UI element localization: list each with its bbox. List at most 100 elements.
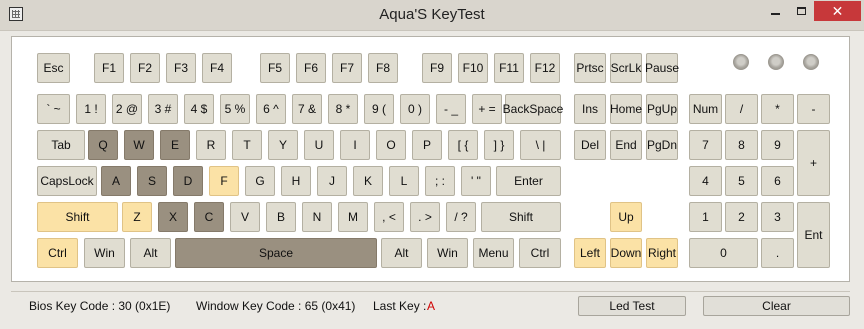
key-2[interactable]: 2 @ [112,94,142,124]
key-arrow-right[interactable]: Right [646,238,678,268]
key-f10[interactable]: F10 [458,53,488,83]
key-u[interactable]: U [304,130,334,160]
maximize-button[interactable] [788,1,814,21]
key-home[interactable]: Home [610,94,642,124]
key-numpad-multiply[interactable]: * [761,94,794,124]
key-f12[interactable]: F12 [530,53,560,83]
key-k[interactable]: K [353,166,383,196]
close-button[interactable]: ✕ [814,1,861,21]
key-arrow-up[interactable]: Up [610,202,642,232]
key-f7[interactable]: F7 [332,53,362,83]
key-p[interactable]: P [412,130,442,160]
key-right-ctrl[interactable]: Ctrl [519,238,561,268]
key-scrlk[interactable]: ScrLk [610,53,642,83]
key-g[interactable]: G [245,166,275,196]
key-left-bracket[interactable]: [ { [448,130,478,160]
key-l[interactable]: L [389,166,419,196]
key-4[interactable]: 4 $ [184,94,214,124]
key-a[interactable]: A [101,166,131,196]
key-numpad-7[interactable]: 7 [689,130,722,160]
key-left-alt[interactable]: Alt [130,238,171,268]
key-enter[interactable]: Enter [496,166,561,196]
key-b[interactable]: B [266,202,296,232]
key-f8[interactable]: F8 [368,53,398,83]
key-v[interactable]: V [230,202,260,232]
key-f4[interactable]: F4 [202,53,232,83]
key-delete[interactable]: Del [574,130,606,160]
key-5[interactable]: 5 % [220,94,250,124]
key-backslash[interactable]: \ | [520,130,561,160]
key-semicolon[interactable]: ; : [425,166,455,196]
key-f2[interactable]: F2 [130,53,160,83]
key-numpad-9[interactable]: 9 [761,130,794,160]
key-d[interactable]: D [173,166,203,196]
key-quote[interactable]: ' " [461,166,491,196]
key-backtick[interactable]: ` ~ [37,94,70,124]
key-0[interactable]: 0 ) [400,94,430,124]
key-numpad-6[interactable]: 6 [761,166,794,196]
key-f11[interactable]: F11 [494,53,524,83]
key-j[interactable]: J [317,166,347,196]
key-m[interactable]: M [338,202,368,232]
key-end[interactable]: End [610,130,642,160]
key-esc[interactable]: Esc [37,53,70,83]
key-c[interactable]: C [194,202,224,232]
key-f[interactable]: F [209,166,239,196]
key-t[interactable]: T [232,130,262,160]
key-comma[interactable]: , < [374,202,404,232]
key-6[interactable]: 6 ^ [256,94,286,124]
key-page-up[interactable]: PgUp [646,94,678,124]
key-insert[interactable]: Ins [574,94,606,124]
key-o[interactable]: O [376,130,406,160]
key-h[interactable]: H [281,166,311,196]
key-i[interactable]: I [340,130,370,160]
key-left-shift[interactable]: Shift [37,202,118,232]
key-arrow-down[interactable]: Down [610,238,642,268]
key-page-down[interactable]: PgDn [646,130,678,160]
key-f9[interactable]: F9 [422,53,452,83]
minimize-button[interactable] [762,1,788,21]
key-numpad-4[interactable]: 4 [689,166,722,196]
key-e[interactable]: E [160,130,190,160]
key-right-win[interactable]: Win [427,238,468,268]
key-numpad-enter[interactable]: Ent [797,202,830,268]
key-x[interactable]: X [158,202,188,232]
key-numpad-5[interactable]: 5 [725,166,758,196]
key-left-ctrl[interactable]: Ctrl [37,238,78,268]
key-w[interactable]: W [124,130,154,160]
key-numpad-plus[interactable]: + [797,130,830,196]
key-n[interactable]: N [302,202,332,232]
key-caps-lock[interactable]: CapsLock [37,166,97,196]
key-tab[interactable]: Tab [37,130,85,160]
key-minus[interactable]: - _ [436,94,466,124]
key-space[interactable]: Space [175,238,377,268]
key-numpad-3[interactable]: 3 [761,202,794,232]
key-arrow-left[interactable]: Left [574,238,606,268]
clear-button[interactable]: Clear [703,296,850,316]
key-numpad-8[interactable]: 8 [725,130,758,160]
key-y[interactable]: Y [268,130,298,160]
key-r[interactable]: R [196,130,226,160]
key-slash[interactable]: / ? [446,202,476,232]
key-8[interactable]: 8 * [328,94,358,124]
key-menu[interactable]: Menu [473,238,514,268]
key-q[interactable]: Q [88,130,118,160]
key-f5[interactable]: F5 [260,53,290,83]
led-test-button[interactable]: Led Test [578,296,686,316]
key-pause[interactable]: Pause [645,53,679,83]
key-numpad-0[interactable]: 0 [689,238,758,268]
key-right-shift[interactable]: Shift [481,202,561,232]
key-f3[interactable]: F3 [166,53,196,83]
key-s[interactable]: S [137,166,167,196]
key-numpad-dot[interactable]: . [761,238,794,268]
key-num-lock[interactable]: Num [689,94,722,124]
key-f1[interactable]: F1 [94,53,124,83]
key-period[interactable]: . > [410,202,440,232]
key-right-bracket[interactable]: ] } [484,130,514,160]
key-1[interactable]: 1 ! [76,94,106,124]
key-z[interactable]: Z [122,202,152,232]
key-numpad-2[interactable]: 2 [725,202,758,232]
key-3[interactable]: 3 # [148,94,178,124]
key-9[interactable]: 9 ( [364,94,394,124]
key-7[interactable]: 7 & [292,94,322,124]
